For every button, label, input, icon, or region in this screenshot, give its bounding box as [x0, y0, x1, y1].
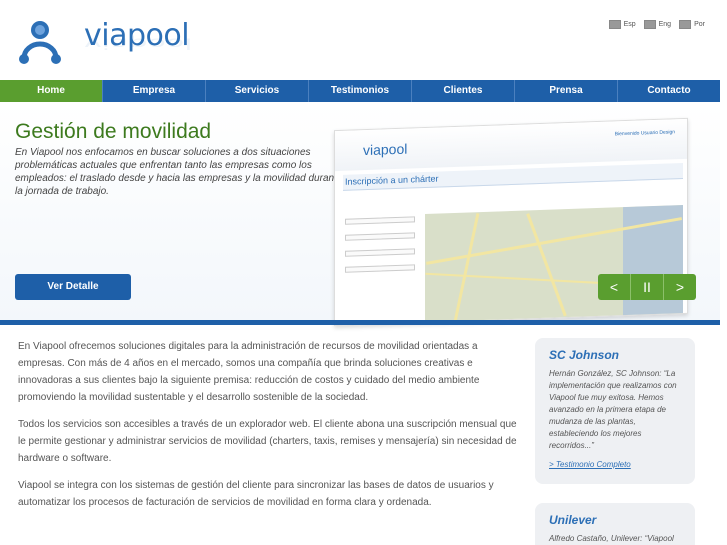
testimonial-card: Unilever Alfredo Castaño, Unilever: “Via… — [535, 503, 695, 545]
screenshot-field — [345, 232, 415, 241]
testimonial-company: SC Johnson — [549, 348, 620, 362]
lang-eng[interactable]: Eng — [643, 20, 672, 29]
nav-prensa[interactable]: Prensa — [515, 80, 618, 102]
viapool-logo[interactable]: viapool viapool — [18, 18, 193, 78]
slider-controls: < II > — [598, 274, 696, 300]
flag-eng-icon — [643, 20, 656, 29]
nav-contacto[interactable]: Contacto — [618, 80, 720, 102]
testimonial-text: Hernán González, SC Johnson: “La impleme… — [549, 369, 677, 450]
testimonial-company: Unilever — [549, 513, 597, 527]
lang-label: Esp — [623, 21, 636, 28]
slider-prev-button[interactable]: < — [598, 274, 631, 300]
hero-text: En Viapool nos enfocamos en buscar soluc… — [15, 147, 343, 197]
screenshot-field — [345, 264, 415, 273]
integration-paragraph: Viapool se integra con los sistemas de g… — [18, 480, 494, 508]
map-road — [453, 213, 480, 323]
screenshot-logo: viapool — [363, 140, 408, 159]
logo-reflection: viapool — [84, 34, 193, 53]
nav-home[interactable]: Home — [0, 80, 103, 102]
intro-paragraph: En Viapool ofrecemos soluciones digitale… — [18, 341, 480, 403]
hero-title: Gestión de movilidad — [15, 120, 212, 143]
nav-empresa[interactable]: Empresa — [103, 80, 206, 102]
ver-detalle-button[interactable]: Ver Detalle — [15, 274, 131, 300]
main-nav: Home Empresa Servicios Testimonios Clien… — [0, 80, 720, 102]
slider-pause-button[interactable]: II — [631, 274, 664, 300]
services-paragraph: Todos los servicios son accesibles a tra… — [18, 419, 517, 464]
logo-mark-icon — [19, 21, 61, 64]
slider-next-button[interactable]: > — [664, 274, 696, 300]
testimonio-completo-link[interactable]: > Testimonio Completo — [549, 460, 681, 469]
lang-label: Por — [694, 21, 705, 28]
flag-por-icon — [679, 20, 692, 29]
screenshot-field — [345, 216, 415, 225]
map-road — [526, 213, 567, 317]
testimonial-text: Alfredo Castaño, Unilever: “Viapool — [549, 534, 674, 543]
flag-esp-icon — [608, 20, 621, 29]
nav-servicios[interactable]: Servicios — [206, 80, 309, 102]
main-content: En Viapool ofrecemos soluciones digitale… — [18, 338, 518, 521]
section-divider — [0, 320, 720, 325]
screenshot-form — [345, 216, 419, 319]
nav-testimonios[interactable]: Testimonios — [309, 80, 412, 102]
hero-banner: Gestión de movilidad En Viapool nos enfo… — [0, 102, 720, 327]
lang-label: Eng — [658, 21, 672, 28]
nav-clientes[interactable]: Clientes — [412, 80, 515, 102]
language-selector: Esp Eng Por — [608, 20, 705, 29]
screenshot-field — [345, 248, 415, 257]
header: viapool viapool Esp Eng Por — [0, 0, 727, 80]
testimonial-card: SC Johnson Hernán González, SC Johnson: … — [535, 338, 695, 484]
lang-por[interactable]: Por — [679, 20, 705, 29]
screenshot-map — [425, 204, 683, 325]
lang-esp[interactable]: Esp — [608, 20, 636, 29]
